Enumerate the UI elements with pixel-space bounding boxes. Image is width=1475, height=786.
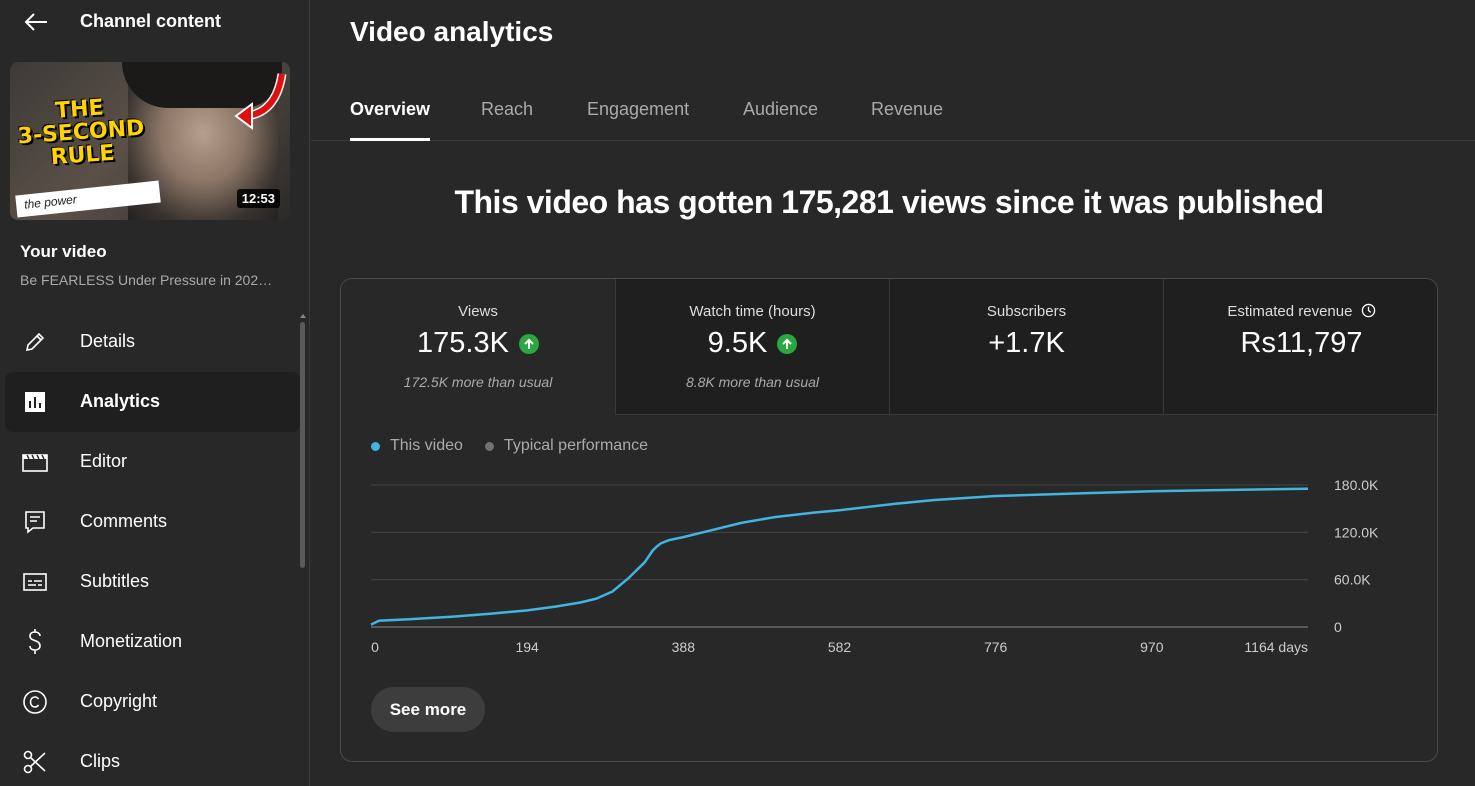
metric-value: 175.3K <box>341 327 615 360</box>
app-window: Channel content THE 3-SECOND RULE the po… <box>0 0 1475 786</box>
metric-value: +1.7K <box>890 327 1163 360</box>
metric-watch-time[interactable]: Watch time (hours) 9.5K 8.8K more than u… <box>615 279 889 415</box>
tab-reach[interactable]: Reach <box>481 99 533 141</box>
x-tick-label: 0 <box>371 639 379 655</box>
sidebar-item-comments[interactable]: Comments <box>5 492 300 552</box>
sidebar-item-subtitles[interactable]: Subtitles <box>5 552 300 612</box>
sidebar-item-editor[interactable]: Editor <box>5 432 300 492</box>
metric-label: Subscribers <box>986 303 1067 320</box>
tab-engagement[interactable]: Engagement <box>587 99 689 141</box>
metric-value: 9.5K <box>616 327 889 360</box>
chart-legend: This video Typical performance <box>371 437 648 455</box>
video-duration: 12:53 <box>236 189 280 208</box>
x-tick-label: 970 <box>1140 639 1164 655</box>
scissors-icon <box>20 749 50 775</box>
legend-label: Typical performance <box>503 437 648 454</box>
views-line-chart[interactable]: 0 60.0K 120.0K 180.0K 0 194 388 582 776 970 1164 d… <box>341 469 1438 659</box>
sidebar-item-analytics[interactable]: Analytics <box>5 372 300 432</box>
back-button[interactable] <box>20 8 52 36</box>
metric-value-text: Rs11,797 <box>1240 327 1363 359</box>
sidebar-item-label: Comments <box>80 511 168 531</box>
metric-value-text: +1.7K <box>988 327 1065 359</box>
sidebar-title: Channel content <box>80 11 222 31</box>
analytics-icon <box>20 389 50 415</box>
legend-dot <box>484 441 494 451</box>
x-tick-label: 194 <box>515 639 539 655</box>
sidebar-item-copyright[interactable]: Copyright <box>5 672 300 732</box>
subtitles-icon <box>20 569 50 595</box>
arrow-left-icon <box>24 13 47 31</box>
tab-bar: Overview Reach Engagement Audience Reven… <box>311 86 1475 141</box>
y-tick-label: 60.0K <box>1334 572 1371 588</box>
sidebar-nav: Details Analytics Editor Comments Subtit… <box>0 312 309 786</box>
x-tick-label: 388 <box>672 639 696 655</box>
tab-overview[interactable]: Overview <box>350 99 431 141</box>
tab-revenue[interactable]: Revenue <box>871 99 943 141</box>
metric-tabs: Views 175.3K 172.5K more than usual Watc… <box>341 279 1437 415</box>
metric-label: Views <box>458 303 498 320</box>
sidebar: Channel content THE 3-SECOND RULE the po… <box>0 0 310 786</box>
page-title: Video analytics <box>350 16 554 47</box>
tab-audience[interactable]: Audience <box>743 99 818 141</box>
legend-label: This video <box>390 437 463 454</box>
main-content: Video analytics Overview Reach Engagemen… <box>311 0 1475 786</box>
sidebar-item-label: Details <box>80 331 136 351</box>
y-tick-label: 120.0K <box>1334 524 1379 540</box>
sidebar-item-label: Analytics <box>80 391 161 411</box>
metric-value: Rs11,797 <box>1164 327 1437 360</box>
arrow-up-icon <box>518 333 539 354</box>
y-tick-label: 0 <box>1334 619 1342 635</box>
metric-comparison: 8.8K more than usual <box>685 374 820 390</box>
sidebar-item-label: Copyright <box>80 691 158 711</box>
analytics-card: Views 175.3K 172.5K more than usual Watc… <box>340 278 1438 762</box>
metric-subscribers[interactable]: Subscribers +1.7K <box>889 279 1163 415</box>
sidebar-header: Channel content <box>0 0 309 44</box>
series-line-this-video <box>370 487 1309 626</box>
legend-typical-performance: Typical performance <box>484 437 648 455</box>
editor-icon <box>20 449 50 475</box>
metric-revenue[interactable]: Estimated revenue Rs11,797 <box>1163 279 1437 415</box>
metric-value-text: 175.3K <box>417 327 509 359</box>
clock-icon <box>1361 303 1375 318</box>
legend-this-video: This video <box>371 437 463 455</box>
metric-label-text: Estimated revenue <box>1227 303 1353 320</box>
legend-dot <box>371 441 380 451</box>
x-tick-label: 1164 days <box>1244 639 1308 655</box>
red-arrow-icon <box>234 73 287 130</box>
x-tick-label: 776 <box>984 639 1008 655</box>
x-tick-label: 582 <box>828 639 852 655</box>
metric-value-text: 9.5K <box>707 327 768 359</box>
sidebar-item-label: Monetization <box>80 631 183 651</box>
sidebar-item-label: Clips <box>80 751 121 771</box>
sidebar-item-label: Editor <box>80 451 128 471</box>
metric-label: Watch time (hours) <box>689 303 816 320</box>
sidebar-item-details[interactable]: Details <box>5 312 300 372</box>
metric-comparison: 172.5K more than usual <box>403 374 553 390</box>
metric-label: Estimated revenue <box>1164 303 1437 320</box>
copyright-icon <box>20 689 50 715</box>
thumbnail-caption: THE 3-SECOND RULE <box>14 94 148 172</box>
video-thumbnail[interactable]: THE 3-SECOND RULE the power 12:53 <box>10 62 290 220</box>
sidebar-item-monetization[interactable]: Monetization <box>5 612 300 672</box>
dollar-icon <box>20 629 50 655</box>
your-video-label: Your video <box>20 242 107 261</box>
sidebar-item-clips[interactable]: Clips <box>5 732 300 786</box>
views-headline: This video has gotten 175,281 views sinc… <box>454 184 1324 220</box>
pencil-icon <box>20 329 50 355</box>
arrow-up-icon <box>777 333 798 354</box>
metric-views[interactable]: Views 175.3K 172.5K more than usual <box>341 279 615 415</box>
y-tick-label: 180.0K <box>1334 477 1379 493</box>
thumbnail-banner-text: the power <box>23 192 78 212</box>
see-more-button[interactable]: See more <box>371 687 485 732</box>
video-title[interactable]: Be FEARLESS Under Pressure in 202… <box>20 272 290 288</box>
comments-icon <box>20 509 50 535</box>
sidebar-item-label: Subtitles <box>80 571 150 591</box>
